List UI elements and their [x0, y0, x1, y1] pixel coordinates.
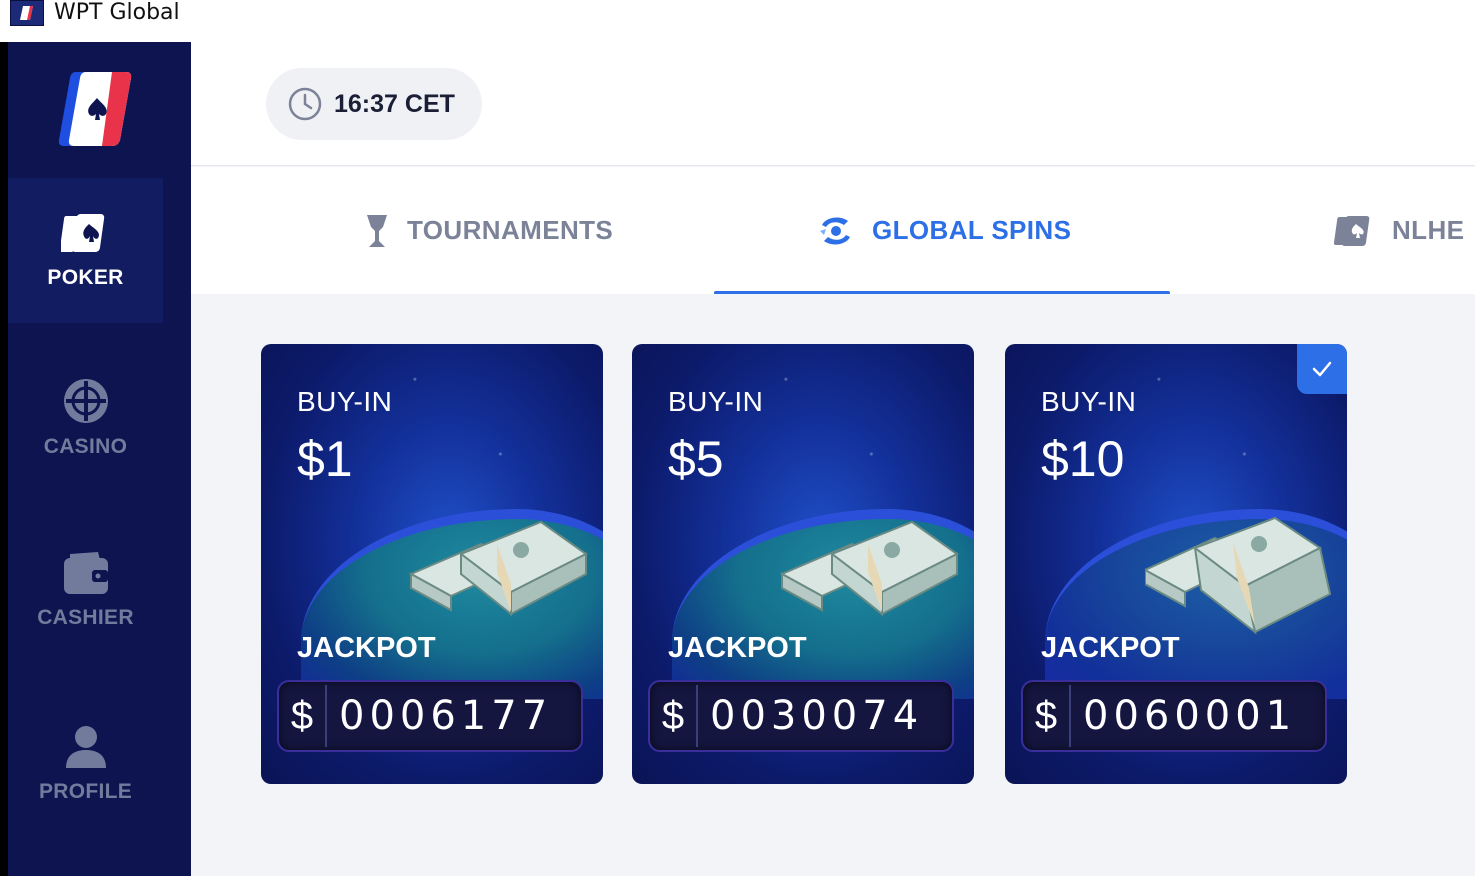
spins-lobby: BUY-IN $1 JACKPOT $ 0006177 BUY-IN $5 JA…	[191, 294, 1475, 876]
clock-time: 16:37 CET	[334, 89, 455, 118]
game-tabs: TOURNAMENTS GLOBAL SPINS NLHE	[191, 167, 1475, 295]
spin-card-10[interactable]: BUY-IN $10 JACKPOT $ 0060001	[1005, 344, 1347, 784]
jackpot-label: JACKPOT	[668, 632, 807, 664]
selected-check-badge	[1297, 344, 1347, 394]
casino-chip-icon	[63, 379, 108, 423]
sidebar-item-poker[interactable]: POKER	[8, 178, 163, 323]
tab-label: NLHE	[1392, 215, 1465, 245]
spin-card-5[interactable]: BUY-IN $5 JACKPOT $ 0030074	[632, 344, 974, 784]
trophy-icon	[367, 214, 387, 247]
clock-icon	[288, 87, 322, 121]
jackpot-counter: $ 0030074	[648, 680, 954, 752]
jackpot-currency: $	[650, 685, 698, 747]
jackpot-counter: $ 0060001	[1021, 680, 1327, 752]
spin-icon	[820, 217, 850, 244]
sidebar-item-profile[interactable]: PROFILE	[8, 724, 163, 824]
tab-label: TOURNAMENTS	[407, 215, 614, 245]
jackpot-amount: 0006177	[339, 693, 553, 739]
jackpot-label: JACKPOT	[297, 632, 436, 664]
buyin-amount: $5	[668, 431, 724, 487]
poker-cards-icon	[1334, 215, 1370, 246]
tab-nlhe[interactable]: NLHE	[1334, 167, 1464, 294]
clock-display: 16:37 CET	[266, 68, 482, 140]
cash-stack-image	[408, 520, 588, 617]
jackpot-amount: 0030074	[710, 693, 924, 739]
sidebar-item-label: CASHIER	[37, 606, 134, 629]
sidebar-item-label: POKER	[47, 265, 124, 289]
jackpot-label: JACKPOT	[1041, 632, 1180, 664]
checkmark-icon	[1312, 361, 1332, 377]
user-icon	[65, 726, 106, 768]
jackpot-currency: $	[1023, 685, 1071, 747]
window-title: WPT Global	[54, 0, 180, 25]
brand-logo-icon[interactable]	[56, 68, 136, 150]
sidebar-item-casino[interactable]: CASINO	[8, 377, 163, 477]
window-titlebar: WPT Global	[0, 0, 1475, 42]
app-logo-icon	[10, 0, 44, 26]
sidebar-item-label: CASINO	[43, 435, 128, 458]
cash-stack-image	[779, 520, 959, 617]
buyin-label: BUY-IN	[297, 386, 393, 417]
jackpot-currency: $	[279, 685, 327, 747]
tab-tournaments[interactable]: TOURNAMENTS	[365, 167, 613, 294]
buyin-label: BUY-IN	[668, 386, 764, 417]
jackpot-amount: 0060001	[1083, 693, 1297, 739]
tab-global-spins[interactable]: GLOBAL SPINS	[818, 167, 1071, 294]
buyin-amount: $10	[1041, 431, 1125, 487]
sidebar-item-label: PROFILE	[38, 780, 133, 803]
cash-stack-image	[1145, 516, 1332, 635]
spin-card-1[interactable]: BUY-IN $1 JACKPOT $ 0006177	[261, 344, 603, 784]
poker-cards-icon	[60, 213, 104, 252]
top-header: 16:37 CET	[191, 42, 1475, 166]
tab-label: GLOBAL SPINS	[872, 215, 1072, 245]
buyin-amount: $1	[297, 431, 353, 487]
sidebar-item-cashier[interactable]: CASHIER	[8, 550, 163, 650]
wallet-icon	[63, 552, 108, 594]
window-edge	[0, 42, 8, 876]
jackpot-counter: $ 0006177	[277, 680, 583, 752]
buyin-label: BUY-IN	[1041, 386, 1137, 417]
sidebar: POKER CASINO CASHIER PROFILE	[8, 42, 191, 876]
